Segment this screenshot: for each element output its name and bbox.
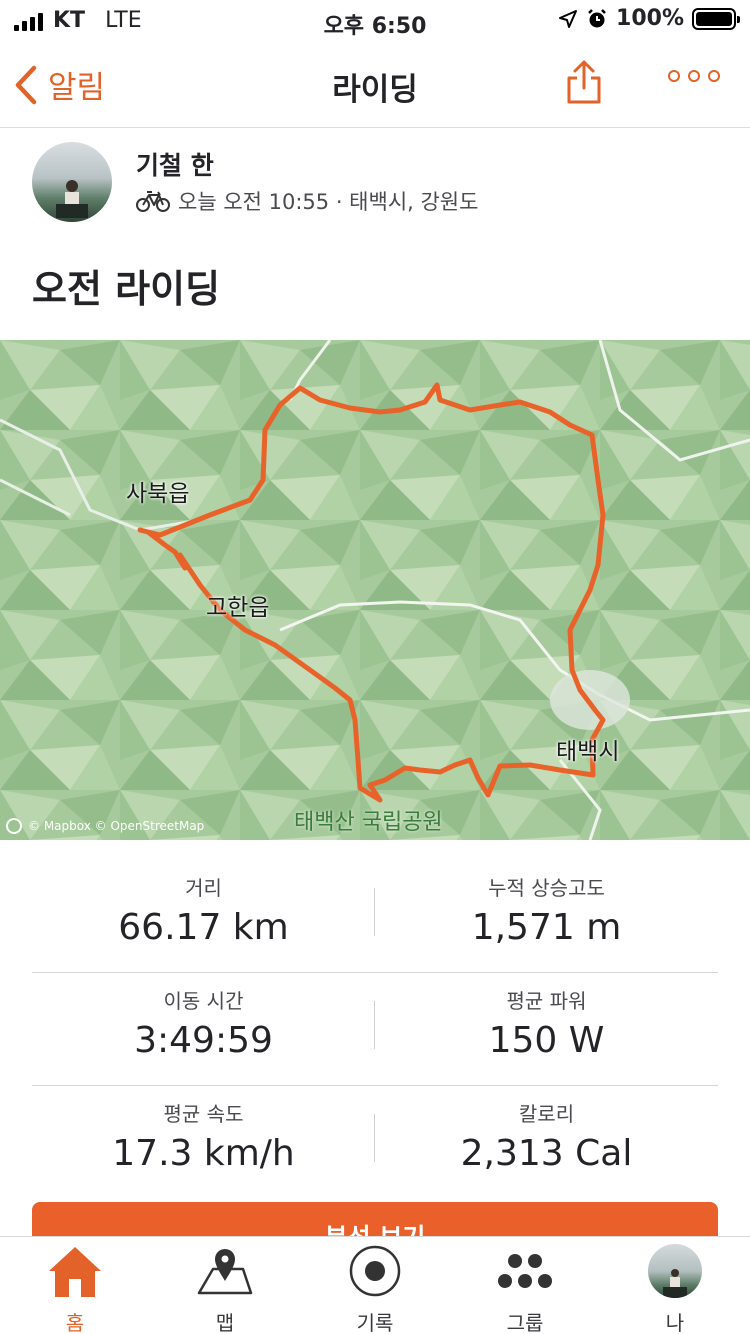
stat-value: 150 W [488, 1020, 605, 1061]
status-bar: KT LTE 오후 6:50 100% [0, 0, 750, 40]
tab-label: 나 [665, 1311, 685, 1334]
stat-label: 거리 [185, 876, 222, 900]
stat-calories: 칼로리 2,313 Cal [375, 1098, 718, 1174]
activity-stats: 거리 66.17 km 누적 상승고도 1,571 m 이동 시간 3:49:5… [32, 860, 718, 1199]
tab-label: 맵 [215, 1311, 235, 1334]
tab-maps[interactable]: 맵 [150, 1237, 300, 1334]
stat-value: 66.17 km [118, 907, 289, 948]
tab-you[interactable]: 나 [600, 1237, 750, 1334]
share-icon[interactable] [564, 58, 604, 106]
stat-distance: 거리 66.17 km [32, 872, 375, 948]
tab-label: 홈 [65, 1311, 85, 1334]
record-icon [349, 1245, 401, 1297]
groups-icon [498, 1254, 552, 1288]
bike-icon [136, 191, 170, 212]
tab-label: 기록 [356, 1311, 394, 1334]
stat-moving-time: 이동 시간 3:49:59 [32, 985, 375, 1061]
home-icon [49, 1247, 101, 1297]
stat-label: 평균 파워 [506, 989, 587, 1013]
stat-row: 평균 속도 17.3 km/h 칼로리 2,313 Cal [32, 1086, 718, 1199]
map-icon [197, 1249, 253, 1295]
route-map[interactable]: 사북읍 고한읍 태백시 태백산 국립공원 © Mapbox © OpenStre… [0, 340, 750, 840]
stat-value: 2,313 Cal [460, 1133, 633, 1174]
page-title: 라이딩 [332, 72, 418, 108]
stat-avg-speed: 평균 속도 17.3 km/h [32, 1098, 375, 1174]
map-label-taebaek: 태백시 [556, 739, 620, 765]
activity-time-location: 오늘 오전 10:55 · 태백시, 강원도 [178, 190, 479, 214]
battery-percent: 100% [616, 6, 684, 31]
tab-bar: 홈 맵 기록 그룹 나 [0, 1236, 750, 1334]
tab-record[interactable]: 기록 [300, 1237, 450, 1334]
stat-row: 거리 66.17 km 누적 상승고도 1,571 m [32, 860, 718, 973]
map-label-sabuk: 사북읍 [126, 481, 190, 507]
profile-avatar [648, 1244, 702, 1298]
stat-label: 평균 속도 [163, 1102, 244, 1126]
athlete-avatar[interactable] [32, 142, 112, 222]
stat-label: 누적 상승고도 [488, 876, 605, 900]
stat-value: 17.3 km/h [112, 1133, 295, 1174]
stat-value: 1,571 m [471, 907, 622, 948]
activity-title: 오전 라이딩 [32, 267, 221, 311]
stat-value: 3:49:59 [134, 1020, 273, 1061]
alarm-icon [588, 8, 606, 27]
map-attribution[interactable]: © Mapbox © OpenStreetMap [6, 818, 204, 834]
stat-avg-power: 평균 파워 150 W [375, 985, 718, 1061]
map-label-gohan: 고한읍 [206, 595, 270, 621]
attribution-text: © Mapbox © OpenStreetMap [28, 819, 205, 833]
stat-label: 이동 시간 [163, 989, 244, 1013]
athlete-name[interactable]: 기철 한 [136, 146, 214, 182]
activity-meta: 오늘 오전 10:55 · 태백시, 강원도 [136, 186, 478, 216]
tab-groups[interactable]: 그룹 [450, 1237, 600, 1334]
more-options-button[interactable] [668, 70, 720, 82]
stat-row: 이동 시간 3:49:59 평균 파워 150 W [32, 973, 718, 1086]
map-label-park: 태백산 국립공원 [294, 810, 443, 835]
stat-label: 칼로리 [518, 1102, 575, 1126]
mapbox-logo-icon [6, 818, 22, 834]
tab-label: 그룹 [506, 1311, 544, 1334]
location-arrow-icon [559, 9, 578, 28]
battery-icon [692, 7, 740, 30]
stat-elevation-gain: 누적 상승고도 1,571 m [375, 872, 718, 948]
navigation-bar: 알림 라이딩 [0, 40, 750, 128]
tab-home[interactable]: 홈 [0, 1237, 150, 1334]
